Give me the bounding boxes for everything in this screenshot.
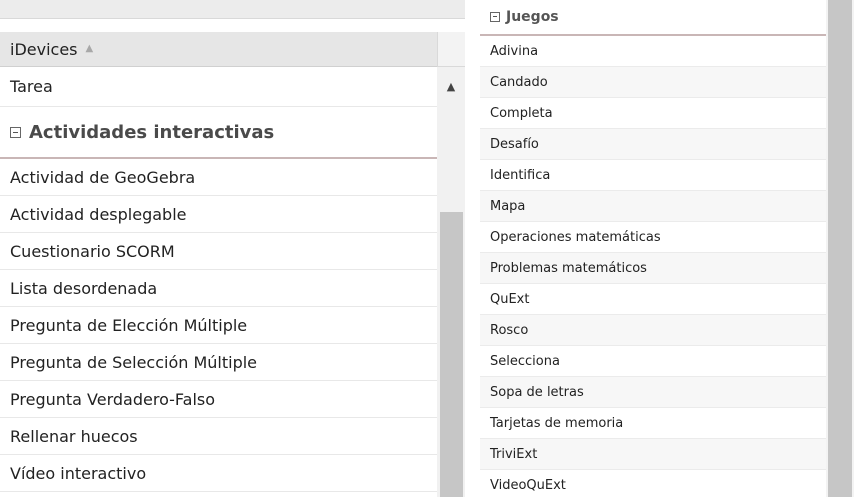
scrollbar-thumb[interactable] [828,0,852,497]
scrollbar-thumb[interactable] [440,212,463,497]
sort-ascending-icon[interactable]: ▲ [86,44,94,54]
juegos-panel: Juegos Adivina Candado Completa Desafío … [480,0,854,497]
idevices-header-label: iDevices [10,39,78,59]
list-item[interactable]: Candado [480,67,826,98]
idevices-screen: iDevices ▲ Tarea Actividades interactiva… [0,0,854,497]
group-header-actividades-interactivas[interactable]: Actividades interactivas [0,107,437,159]
list-item[interactable]: Rosco [480,315,826,346]
scroll-up-arrow-icon[interactable]: ▲ [437,80,465,94]
collapse-icon[interactable] [10,126,21,138]
list-item[interactable]: Pregunta de Selección Múltiple [0,344,437,381]
left-scrollbar[interactable]: ▲ [437,67,465,497]
list-item[interactable]: Pregunta de Elección Múltiple [0,307,437,344]
list-item[interactable]: Mapa [480,191,826,222]
juegos-list: Adivina Candado Completa Desafío Identif… [480,36,826,497]
group-title: Juegos [506,9,559,25]
list-item-tarea[interactable]: Tarea [0,67,437,107]
panel-gap [465,0,480,497]
panel-top-bar [0,0,465,19]
group-title: Actividades interactivas [29,121,275,143]
list-item[interactable]: Actividad desplegable [0,196,437,233]
list-item[interactable]: Tarjetas de memoria [480,408,826,439]
list-item[interactable]: Cuestionario SCORM [0,233,437,270]
list-item[interactable]: Problemas matemáticos [480,253,826,284]
list-item[interactable]: Actividad de GeoGebra [0,159,437,196]
header-scroll-spacer [437,32,465,67]
list-item[interactable]: Rellenar huecos [0,418,437,455]
collapse-icon[interactable] [490,12,500,22]
idevices-list: Tarea Actividades interactivas Actividad… [0,67,437,492]
list-item[interactable]: Operaciones matemáticas [480,222,826,253]
list-item[interactable]: QuExt [480,284,826,315]
list-item[interactable]: Adivina [480,36,826,67]
list-item[interactable]: Lista desordenada [0,270,437,307]
list-item[interactable]: Sopa de letras [480,377,826,408]
list-item[interactable]: Vídeo interactivo [0,455,437,492]
list-item[interactable]: Selecciona [480,346,826,377]
idevices-panel: iDevices ▲ Tarea Actividades interactiva… [0,0,465,497]
list-item[interactable]: TriviExt [480,439,826,470]
list-item[interactable]: Completa [480,98,826,129]
group-header-juegos[interactable]: Juegos [480,0,826,36]
list-item[interactable]: Pregunta Verdadero-Falso [0,381,437,418]
idevices-column-header[interactable]: iDevices ▲ [0,32,437,67]
right-scrollbar[interactable] [826,0,854,497]
list-item[interactable]: VideoQuExt [480,470,826,497]
list-item[interactable]: Desafío [480,129,826,160]
list-item[interactable]: Identifica [480,160,826,191]
